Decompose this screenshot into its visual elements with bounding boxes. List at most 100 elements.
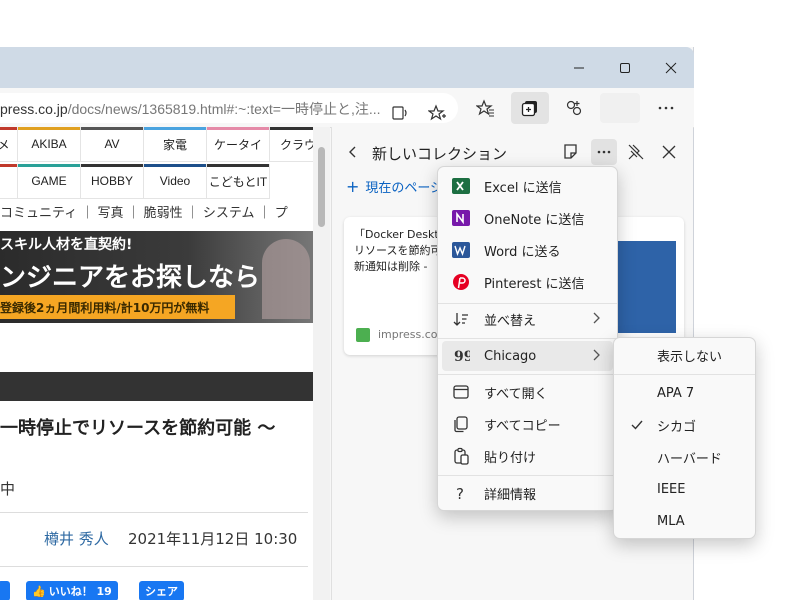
site-nav-label: こどもとIT	[208, 174, 268, 189]
site-nav-item[interactable]: クラウ	[270, 127, 313, 162]
site-nav-label: クラウ	[280, 137, 313, 152]
site-nav-item[interactable]: 家電	[144, 127, 207, 162]
ad-banner[interactable]: スキル人材を直契約! ンジニアをお探しなら 登録後2ヵ月間利用料/計10万円が無…	[0, 231, 313, 323]
site-nav-item[interactable]	[0, 164, 18, 199]
chevron-right-icon	[593, 312, 600, 324]
checkmark-icon	[631, 420, 643, 430]
article-author[interactable]: 樽井 秀人	[44, 528, 109, 549]
collections-icon	[521, 101, 537, 117]
close-icon	[665, 62, 677, 73]
citation-option-apa7[interactable]: APA 7	[618, 378, 751, 408]
banner-person-image	[262, 239, 310, 319]
menu-item-paste[interactable]: 貼り付け	[442, 441, 613, 471]
menu-item-pinterest[interactable]: Pinterest に送信	[442, 267, 613, 297]
add-note-button[interactable]	[562, 143, 579, 164]
menu-item-label: Word に送る	[484, 244, 561, 260]
site-nav-item[interactable]: ケータイ	[207, 127, 270, 162]
add-favorite-button[interactable]	[422, 98, 452, 128]
citation-option-label: MLA	[657, 513, 685, 529]
close-window-button[interactable]	[648, 47, 694, 88]
site-nav-item[interactable]: AV	[81, 127, 144, 162]
menu-item-label: Chicago	[484, 348, 537, 364]
svg-text:99: 99	[454, 349, 470, 365]
citation-option-none[interactable]: 表示しない	[618, 340, 751, 370]
citation-option-harvard[interactable]: ハーバード	[618, 442, 751, 472]
close-icon	[662, 145, 676, 159]
address-bar[interactable]: press.co.jp/docs/news/1365819.html#:~:te…	[0, 93, 458, 123]
collection-title[interactable]: 新しいコレクション	[372, 143, 507, 164]
title-bar	[0, 47, 694, 88]
back-button[interactable]	[346, 144, 360, 163]
share-label: シェア	[145, 585, 178, 598]
menu-item-label: Excel に送信	[484, 180, 562, 196]
site-nav-item[interactable]: Video	[144, 164, 207, 199]
article-date: 2021年11月12日 10:30	[128, 530, 298, 548]
pinterest-icon	[450, 271, 472, 293]
menu-item-sort[interactable]: 並べ替え	[442, 304, 613, 334]
favorites-button[interactable]	[470, 93, 500, 123]
citation-option-label: IEEE	[657, 481, 686, 497]
sort-icon	[450, 308, 472, 330]
site-nav-item[interactable]: HOBBY	[81, 164, 144, 199]
browser-toolbar: press.co.jp/docs/news/1365819.html#:~:te…	[0, 88, 694, 128]
site-nav-item[interactable]: メ	[0, 127, 18, 162]
collection-more-menu: Excel に送信 OneNote に送信 Word に送る Pinterest…	[437, 166, 618, 511]
citation-option-label: ハーバード	[657, 451, 722, 467]
facebook-share-button[interactable]: シェア	[139, 581, 184, 600]
maximize-button[interactable]	[602, 47, 648, 88]
divider	[0, 512, 308, 513]
site-favicon-icon	[356, 328, 370, 342]
menu-item-copy-all[interactable]: すべてコピー	[442, 409, 613, 439]
read-aloud-button[interactable]	[385, 98, 415, 128]
menu-item-learn-more[interactable]: ? 詳細情報	[442, 478, 613, 508]
citation-option-chicago[interactable]: シカゴ	[618, 410, 751, 440]
article-subtitle: 中	[0, 480, 16, 498]
screen: press.co.jp/docs/news/1365819.html#:~:te…	[0, 0, 800, 600]
url-text[interactable]: press.co.jp/docs/news/1365819.html#:~:te…	[0, 99, 381, 119]
profile-button[interactable]	[600, 93, 640, 123]
category-nav[interactable]: コミュニティ ｜ 写真 ｜ 脆弱性 ｜ システム ｜ プ	[0, 202, 313, 228]
settings-more-button[interactable]	[651, 93, 681, 123]
citation-option-mla[interactable]: MLA	[618, 506, 751, 536]
facebook-like-button[interactable]: 👍 いいね！ 19	[26, 581, 118, 600]
menu-item-label: 並べ替え	[484, 313, 537, 329]
extensions-button[interactable]	[559, 93, 589, 123]
page-scrollbar[interactable]	[313, 127, 330, 600]
star-add-icon	[428, 104, 446, 121]
collection-more-button[interactable]	[591, 139, 617, 165]
close-panel-button[interactable]	[662, 144, 676, 163]
banner-line-2: ンジニアをお探しなら	[0, 263, 261, 293]
site-nav-item[interactable]: GAME	[18, 164, 81, 199]
site-nav-item[interactable]: AKIBA	[18, 127, 81, 162]
menu-item-onenote[interactable]: OneNote に送信	[442, 203, 613, 233]
citation-style-submenu: 表示しない APA 7 シカゴ ハーバード IEEE MLA	[613, 337, 756, 539]
minimize-button[interactable]	[556, 47, 602, 88]
collections-button[interactable]	[511, 92, 549, 124]
excel-icon	[450, 175, 472, 197]
unpin-panel-button[interactable]	[627, 143, 645, 165]
read-aloud-icon	[392, 106, 407, 120]
url-path: /docs/news/1365819.html#:~:text=一時停止と,注.…	[67, 101, 381, 117]
site-nav-item[interactable]: こどもとIT	[207, 164, 270, 199]
citation-option-label: シカゴ	[657, 419, 697, 435]
menu-item-open-all[interactable]: すべて開く	[442, 377, 613, 407]
thumbs-up-icon: 👍	[32, 584, 46, 598]
menu-item-word[interactable]: Word に送る	[442, 235, 613, 265]
open-all-icon	[450, 381, 472, 403]
scrollbar-thumb[interactable]	[318, 147, 325, 227]
citation-option-ieee[interactable]: IEEE	[618, 474, 751, 504]
extensions-icon	[566, 100, 582, 116]
paste-icon	[450, 445, 472, 467]
unpin-icon	[628, 144, 644, 160]
more-icon	[658, 106, 674, 110]
menu-item-excel[interactable]: Excel に送信	[442, 171, 613, 201]
menu-item-label: OneNote に送信	[484, 212, 585, 228]
url-domain: press.co.jp	[0, 101, 68, 117]
menu-divider	[438, 338, 617, 339]
site-nav-label: AKIBA	[31, 137, 67, 151]
site-nav-label: HOBBY	[90, 174, 133, 188]
social-button-partial[interactable]	[0, 581, 10, 600]
site-nav-label: ケータイ	[213, 137, 262, 152]
menu-item-citation-style[interactable]: 99 Chicago	[442, 341, 613, 371]
menu-item-label: すべてコピー	[484, 418, 561, 434]
